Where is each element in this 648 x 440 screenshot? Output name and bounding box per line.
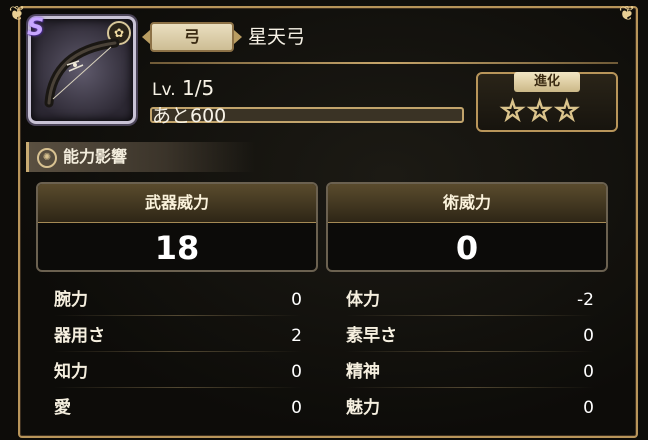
stat-divider (346, 315, 594, 316)
stat-label: 知力 (54, 362, 88, 382)
stat-row: 腕力 0 (54, 284, 302, 316)
art-power-value: 0 (455, 229, 479, 267)
name-divider (150, 62, 618, 64)
stat-value: 2 (291, 326, 302, 346)
stat-value: 0 (583, 362, 594, 382)
stat-value: 0 (291, 398, 302, 418)
stat-label: 素早さ (346, 326, 397, 346)
evolution-label: 進化 (514, 72, 580, 92)
level-display: Lv. 1/5 (152, 76, 214, 102)
section-title: 能力影響 (63, 147, 128, 166)
level-prefix: Lv. (152, 80, 176, 100)
bow-icon (44, 38, 120, 108)
exp-remaining: あと600 (152, 105, 227, 127)
weapon-power-panel: 武器威力 18 (36, 182, 318, 272)
stat-row: 精神 0 (346, 356, 594, 388)
level-value: 1/5 (181, 76, 215, 100)
stat-row: 魅力 0 (346, 392, 594, 424)
weapon-detail-frame: ❦ ❦ S ✿ 弓 星天弓 Lv. 1/5 あと600 進化 ☆☆☆ ✺ 能力影… (0, 0, 648, 440)
evolution-stars: ☆☆☆ (499, 94, 582, 127)
stat-row: 知力 0 (54, 356, 302, 388)
stat-row: 愛 0 (54, 392, 302, 424)
art-power-label: 術威力 (328, 184, 606, 223)
stat-label: 魅力 (346, 398, 380, 418)
art-power-panel: 術威力 0 (326, 182, 608, 272)
stat-row: 器用さ 2 (54, 320, 302, 352)
stat-value: -2 (577, 290, 594, 310)
section-header: ✺ 能力影響 (26, 142, 255, 172)
stat-divider (54, 315, 302, 316)
weapon-type-tag: 弓 (142, 22, 242, 52)
stat-label: 愛 (54, 398, 71, 418)
stat-label: 腕力 (54, 290, 88, 310)
gear-icon: ✺ (37, 148, 57, 168)
stat-row: 素早さ 0 (346, 320, 594, 352)
stat-value: 0 (291, 290, 302, 310)
stat-label: 器用さ (54, 326, 105, 346)
stat-divider (346, 351, 594, 352)
weapon-power-value: 18 (154, 229, 200, 267)
weapon-icon-frame[interactable]: S ✿ (27, 13, 136, 124)
stat-divider (54, 351, 302, 352)
weapon-power-label: 武器威力 (38, 184, 316, 223)
stat-row: 体力 -2 (346, 284, 594, 316)
weapon-name: 星天弓 (248, 26, 306, 48)
stat-divider (54, 387, 302, 388)
stat-label: 体力 (346, 290, 380, 310)
evolution-panel: 進化 ☆☆☆ (476, 72, 618, 132)
stat-value: 0 (583, 398, 594, 418)
corner-ornament-icon: ❦ (618, 1, 636, 25)
stat-value: 0 (583, 326, 594, 346)
stat-label: 精神 (346, 362, 380, 382)
stat-value: 0 (291, 362, 302, 382)
stat-divider (346, 387, 594, 388)
